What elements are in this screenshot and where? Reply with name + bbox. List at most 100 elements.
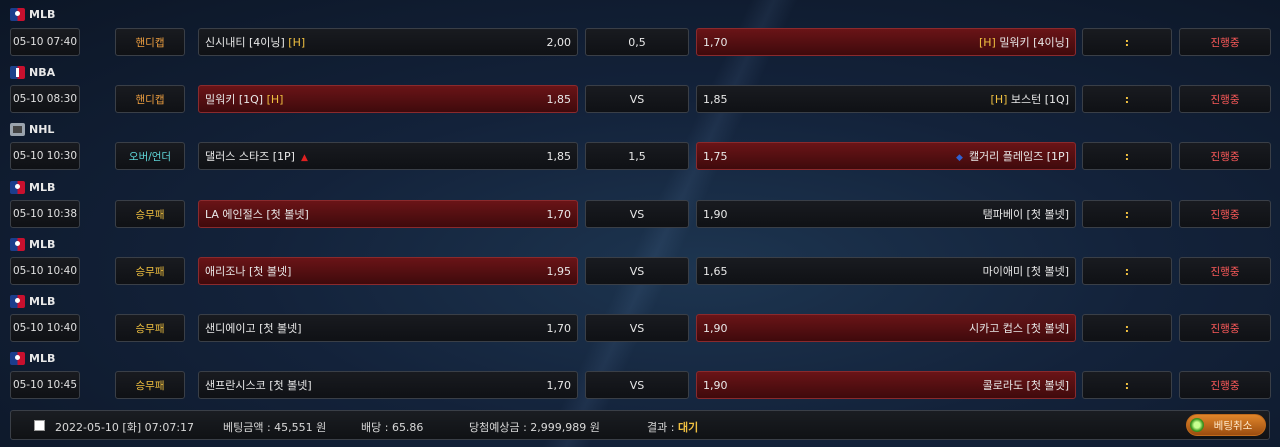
home-team-name: 샌디에이고 [첫 볼넷] bbox=[205, 322, 302, 335]
away-team-button[interactable]: 1,85 [H] 보스턴 [1Q] bbox=[696, 85, 1076, 113]
league-header: NHL bbox=[10, 121, 54, 137]
bet-type: 핸디캡 bbox=[115, 85, 185, 113]
game-time: 05-10 10:38 bbox=[10, 200, 80, 228]
bet-datetime: 2022-05-10 [화] 07:07:17 bbox=[55, 421, 195, 434]
score-separator: : bbox=[1082, 371, 1172, 399]
mlb-icon bbox=[10, 7, 25, 21]
game-time: 05-10 10:40 bbox=[10, 257, 80, 285]
under-arrow-icon: ◆ bbox=[956, 153, 963, 163]
away-team-name: 탬파베이 [첫 볼넷] bbox=[982, 208, 1069, 221]
over-arrow-icon: ▲ bbox=[300, 153, 308, 163]
away-team-button[interactable]: 1,65 마이애미 [첫 볼넷] bbox=[696, 257, 1076, 285]
game-time: 05-10 08:30 bbox=[10, 85, 80, 113]
select-checkbox[interactable] bbox=[34, 420, 45, 431]
total-odds: 배당 : 65.86 bbox=[361, 421, 424, 434]
cancel-bet-button[interactable]: 베팅취소 bbox=[1186, 414, 1266, 436]
status-led-icon bbox=[1190, 418, 1204, 432]
bet-type: 승무패 bbox=[115, 257, 185, 285]
away-team-button[interactable]: 1,75 ◆ 캘거리 플레임즈 [1P] bbox=[696, 142, 1076, 170]
away-team-name: 시카고 컵스 [첫 볼넷] bbox=[968, 322, 1069, 335]
status-badge: 진행중 bbox=[1179, 200, 1271, 228]
home-odds: 1,95 bbox=[546, 264, 572, 278]
home-team-button[interactable]: 애리조나 [첫 볼넷] 1,95 bbox=[198, 257, 578, 285]
draw-handicap-button[interactable]: VS bbox=[585, 85, 689, 113]
draw-handicap-button[interactable]: VS bbox=[585, 200, 689, 228]
away-team-button[interactable]: 1,90 콜로라도 [첫 볼넷] bbox=[696, 371, 1076, 399]
home-team-button[interactable]: 신시내티 [4이닝] [H] 2,00 bbox=[198, 28, 578, 56]
away-team-button[interactable]: 1,90 시카고 컵스 [첫 볼넷] bbox=[696, 314, 1076, 342]
mlb-icon bbox=[10, 180, 25, 194]
away-team-name: 콜로라도 [첫 볼넷] bbox=[982, 379, 1069, 392]
status-badge: 진행중 bbox=[1179, 371, 1271, 399]
expected-payout: 당첨예상금 : 2,999,989 원 bbox=[469, 421, 600, 434]
bet-type: 핸디캡 bbox=[115, 28, 185, 56]
bet-amount: 베팅금액 : 45,551 원 bbox=[223, 421, 327, 434]
bet-type: 오버/언더 bbox=[115, 142, 185, 170]
home-team-button[interactable]: 샌디에이고 [첫 볼넷] 1,70 bbox=[198, 314, 578, 342]
score-separator: : bbox=[1082, 314, 1172, 342]
mlb-icon bbox=[10, 351, 25, 365]
league-header: NBA bbox=[10, 64, 55, 80]
bet-type: 승무패 bbox=[115, 314, 185, 342]
bet-type: 승무패 bbox=[115, 200, 185, 228]
handicap-mark: [H] bbox=[288, 36, 306, 49]
score-separator: : bbox=[1082, 85, 1172, 113]
away-odds: 1,90 bbox=[703, 378, 728, 392]
status-badge: 진행중 bbox=[1179, 257, 1271, 285]
game-time: 05-10 07:40 bbox=[10, 28, 80, 56]
score-separator: : bbox=[1082, 142, 1172, 170]
mlb-icon bbox=[10, 294, 25, 308]
cancel-bet-label: 베팅취소 bbox=[1213, 419, 1253, 432]
mlb-icon bbox=[10, 237, 25, 251]
home-odds: 1,70 bbox=[546, 321, 572, 335]
handicap-mark: [H] bbox=[978, 36, 1000, 49]
handicap-mark: [H] bbox=[266, 93, 284, 106]
draw-handicap-button[interactable]: VS bbox=[585, 314, 689, 342]
draw-handicap-button[interactable]: VS bbox=[585, 371, 689, 399]
away-team-name: 밀워키 [4이닝] bbox=[999, 36, 1069, 49]
home-odds: 2,00 bbox=[546, 35, 572, 49]
bet-result: 결과 : 대기 bbox=[647, 419, 698, 435]
away-team-name: 보스턴 [1Q] bbox=[1010, 93, 1069, 106]
home-team-button[interactable]: 샌프란시스코 [첫 볼넷] 1,70 bbox=[198, 371, 578, 399]
draw-handicap-button[interactable]: 0,5 bbox=[585, 28, 689, 56]
status-badge: 진행중 bbox=[1179, 142, 1271, 170]
game-time: 05-10 10:45 bbox=[10, 371, 80, 399]
home-team-name: 밀워키 [1Q] bbox=[205, 93, 267, 106]
league-header: MLB bbox=[10, 6, 55, 22]
score-separator: : bbox=[1082, 257, 1172, 285]
away-odds: 1,75 bbox=[703, 149, 728, 163]
draw-handicap-button[interactable]: VS bbox=[585, 257, 689, 285]
away-odds: 1,90 bbox=[703, 321, 728, 335]
away-team-button[interactable]: 1,90 탬파베이 [첫 볼넷] bbox=[696, 200, 1076, 228]
home-odds: 1,70 bbox=[546, 378, 572, 392]
nba-icon bbox=[10, 65, 25, 79]
draw-handicap-button[interactable]: 1,5 bbox=[585, 142, 689, 170]
home-team-button[interactable]: LA 에인절스 [첫 볼넷] 1,70 bbox=[198, 200, 578, 228]
away-team-name: 캘거리 플레임즈 [1P] bbox=[968, 150, 1069, 163]
score-separator: : bbox=[1082, 200, 1172, 228]
home-team-name: 댈러스 스타즈 [1P] bbox=[205, 150, 295, 163]
home-team-name: 샌프란시스코 [첫 볼넷] bbox=[205, 379, 312, 392]
status-badge: 진행중 bbox=[1179, 314, 1271, 342]
away-team-button[interactable]: 1,70 [H] 밀워키 [4이닝] bbox=[696, 28, 1076, 56]
score-separator: : bbox=[1082, 28, 1172, 56]
home-odds: 1,70 bbox=[546, 207, 572, 221]
status-badge: 진행중 bbox=[1179, 85, 1271, 113]
away-odds: 1,70 bbox=[703, 35, 728, 49]
game-time: 05-10 10:40 bbox=[10, 314, 80, 342]
home-team-button[interactable]: 댈러스 스타즈 [1P] ▲ 1,85 bbox=[198, 142, 578, 170]
league-header: MLB bbox=[10, 179, 55, 195]
away-odds: 1,65 bbox=[703, 264, 728, 278]
home-team-button[interactable]: 밀워키 [1Q] [H] 1,85 bbox=[198, 85, 578, 113]
game-time: 05-10 10:30 bbox=[10, 142, 80, 170]
handicap-mark: [H] bbox=[990, 93, 1011, 106]
nhl-icon bbox=[10, 122, 25, 136]
home-odds: 1,85 bbox=[546, 92, 572, 106]
result-value: 대기 bbox=[677, 421, 699, 434]
home-odds: 1,85 bbox=[546, 149, 572, 163]
result-label: 결과 : bbox=[647, 421, 678, 434]
home-team-name: 신시내티 [4이닝] bbox=[205, 36, 289, 49]
status-badge: 진행중 bbox=[1179, 28, 1271, 56]
away-team-name: 마이애미 [첫 볼넷] bbox=[982, 265, 1069, 278]
